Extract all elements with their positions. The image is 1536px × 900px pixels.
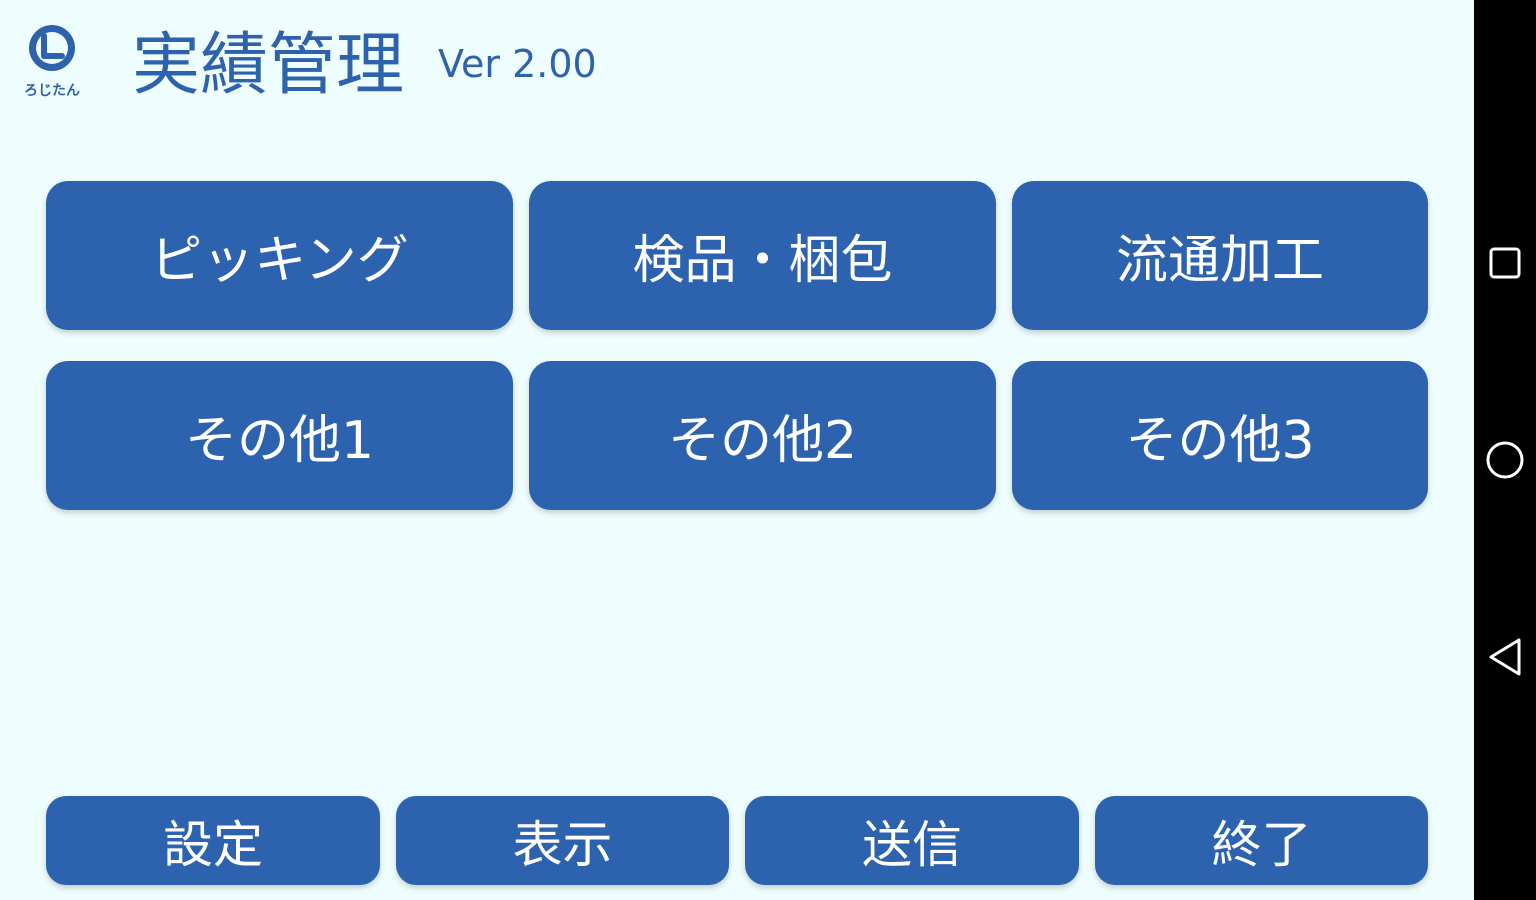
back-triangle-icon (1489, 638, 1521, 676)
other-3-button[interactable]: その他3 (1012, 361, 1428, 510)
inspection-packing-button[interactable]: 検品・梱包 (529, 181, 996, 330)
distribution-processing-button[interactable]: 流通加工 (1012, 181, 1428, 330)
rojitan-logo-icon (29, 25, 75, 71)
picking-button[interactable]: ピッキング (46, 181, 513, 330)
android-navigation-bar (1474, 0, 1536, 900)
logo-text: ろじたん (24, 83, 80, 99)
settings-button[interactable]: 設定 (46, 796, 380, 885)
version-label: Ver 2.00 (438, 42, 597, 86)
app-screen: ろじたん 実績管理 Ver 2.00 ピッキング 検品・梱包 流通加工 その他1… (0, 0, 1474, 900)
home-button[interactable] (1474, 425, 1536, 495)
recents-square-icon (1489, 247, 1521, 279)
send-button[interactable]: 送信 (745, 796, 1079, 885)
other-2-button[interactable]: その他2 (529, 361, 996, 510)
home-circle-icon (1486, 441, 1524, 479)
recents-button[interactable] (1474, 228, 1536, 298)
exit-button[interactable]: 終了 (1095, 796, 1428, 885)
back-button[interactable] (1474, 622, 1536, 692)
app-title: 実績管理 (132, 26, 405, 105)
rojitan-logo: ろじたん (14, 22, 90, 100)
display-button[interactable]: 表示 (396, 796, 729, 885)
other-1-button[interactable]: その他1 (46, 361, 513, 510)
